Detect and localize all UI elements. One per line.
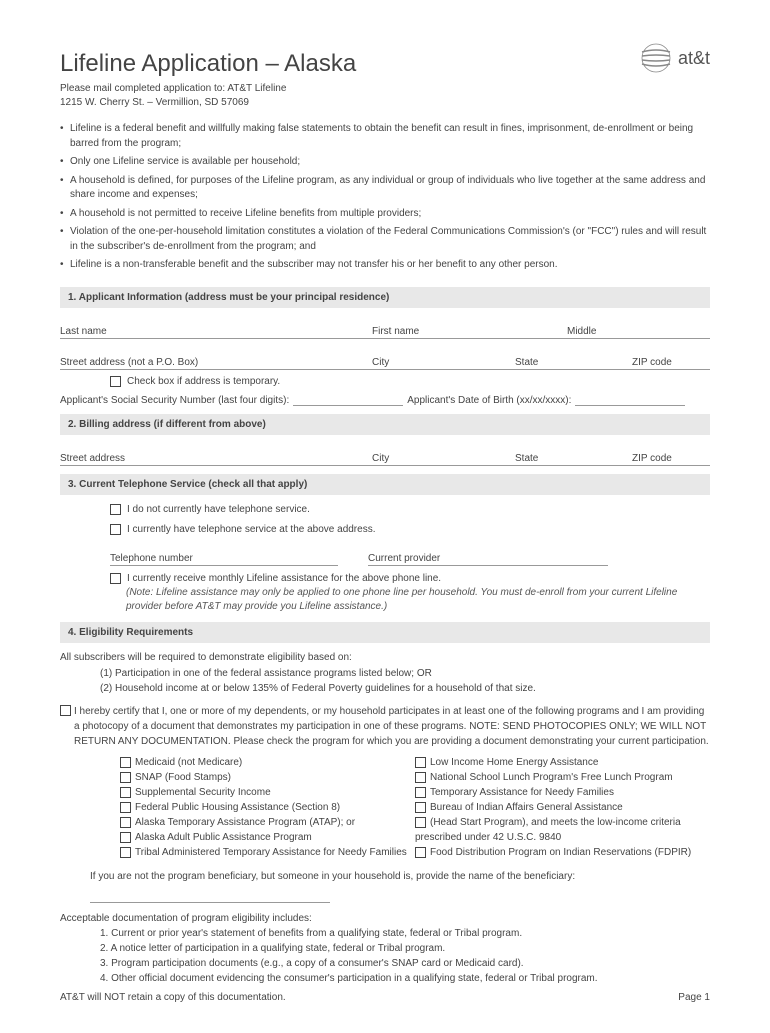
billing-city-field[interactable]: City bbox=[372, 453, 515, 464]
checkbox-icon[interactable] bbox=[110, 504, 121, 515]
checkbox-icon[interactable] bbox=[120, 832, 131, 843]
street-field[interactable]: Street address (not a P.O. Box) bbox=[60, 357, 372, 368]
section-4-header: 4. Eligibility Requirements bbox=[60, 622, 710, 643]
billing-zip-field[interactable]: ZIP code bbox=[632, 453, 710, 464]
ssn-input[interactable] bbox=[293, 395, 403, 406]
mail-address: Please mail completed application to: AT… bbox=[60, 82, 356, 110]
program-item[interactable]: National School Lunch Program's Free Lun… bbox=[415, 770, 710, 785]
programs-list: Medicaid (not Medicare) SNAP (Food Stamp… bbox=[120, 755, 710, 860]
accept-item: 1. Current or prior year's statement of … bbox=[100, 926, 710, 941]
document-page: Lifeline Application – Alaska Please mai… bbox=[0, 0, 770, 1033]
bullet-item: A household is not permitted to receive … bbox=[60, 207, 710, 222]
first-name-field[interactable]: First name bbox=[372, 326, 567, 337]
page-title: Lifeline Application – Alaska bbox=[60, 50, 356, 78]
checkbox-icon[interactable] bbox=[415, 787, 426, 798]
accept-item: 3. Program participation documents (e.g.… bbox=[100, 956, 710, 971]
program-item[interactable]: Supplemental Security Income bbox=[120, 785, 415, 800]
checkbox-icon[interactable] bbox=[120, 787, 131, 798]
temp-address-check[interactable]: Check box if address is temporary. bbox=[110, 376, 710, 387]
retain-note: AT&T will NOT retain a copy of this docu… bbox=[60, 992, 286, 1003]
tel-opt-1[interactable]: I do not currently have telephone servic… bbox=[110, 503, 710, 517]
header: Lifeline Application – Alaska Please mai… bbox=[60, 50, 710, 110]
section-1-header: 1. Applicant Information (address must b… bbox=[60, 287, 710, 308]
bullet-item: Violation of the one-per-household limit… bbox=[60, 225, 710, 254]
tel-note: (Note: Lifeline assistance may only be a… bbox=[126, 586, 710, 614]
program-item[interactable]: Food Distribution Program on Indian Rese… bbox=[415, 845, 710, 860]
section-2-header: 2. Billing address (if different from ab… bbox=[60, 414, 710, 435]
ssn-label: Applicant's Social Security Number (last… bbox=[60, 395, 289, 406]
dob-input[interactable] bbox=[575, 395, 685, 406]
programs-col-right: Low Income Home Energy Assistance Nation… bbox=[415, 755, 710, 860]
beneficiary-prompt: If you are not the program beneficiary, … bbox=[90, 870, 710, 884]
program-item[interactable]: Medicaid (not Medicare) bbox=[120, 755, 415, 770]
bullet-item: Lifeline is a federal benefit and willfu… bbox=[60, 122, 710, 151]
program-item[interactable]: (Head Start Program), and meets the low-… bbox=[415, 815, 710, 845]
checkbox-icon[interactable] bbox=[110, 524, 121, 535]
accept-item: 2. A notice letter of participation in a… bbox=[100, 941, 710, 956]
tel-number-field[interactable]: Telephone number bbox=[110, 553, 338, 566]
program-item[interactable]: Bureau of Indian Affairs General Assista… bbox=[415, 800, 710, 815]
checkbox-icon[interactable] bbox=[120, 757, 131, 768]
middle-name-field[interactable]: Middle bbox=[567, 326, 710, 337]
program-item[interactable]: Temporary Assistance for Needy Families bbox=[415, 785, 710, 800]
city-field[interactable]: City bbox=[372, 357, 515, 368]
checkbox-icon[interactable] bbox=[120, 772, 131, 783]
program-item[interactable]: Federal Public Housing Assistance (Secti… bbox=[120, 800, 415, 815]
section-3-header: 3. Current Telephone Service (check all … bbox=[60, 474, 710, 495]
certification[interactable]: I hereby certify that I, one or more of … bbox=[60, 704, 710, 749]
last-name-field[interactable]: Last name bbox=[60, 326, 372, 337]
elig-intro: All subscribers will be required to demo… bbox=[60, 651, 710, 666]
intro-bullets: Lifeline is a federal benefit and willfu… bbox=[60, 122, 710, 273]
checkbox-icon[interactable] bbox=[120, 847, 131, 858]
brand-text: at&t bbox=[678, 48, 710, 69]
tel-provider-field[interactable]: Current provider bbox=[368, 553, 608, 566]
billing-street-field[interactable]: Street address bbox=[60, 453, 372, 464]
checkbox-icon[interactable] bbox=[415, 847, 426, 858]
program-item[interactable]: SNAP (Food Stamps) bbox=[120, 770, 415, 785]
ssn-dob-row: Applicant's Social Security Number (last… bbox=[60, 395, 710, 406]
bullet-item: A household is defined, for purposes of … bbox=[60, 174, 710, 203]
acceptable-docs-header: Acceptable documentation of program elig… bbox=[60, 913, 710, 924]
logo: at&t bbox=[640, 42, 710, 74]
accept-item: 4. Other official document evidencing th… bbox=[100, 971, 710, 986]
program-item[interactable]: Tribal Administered Temporary Assistance… bbox=[120, 845, 415, 860]
dob-label: Applicant's Date of Birth (xx/xx/xxxx): bbox=[407, 395, 571, 406]
billing-row: Street address City State ZIP code bbox=[60, 453, 710, 466]
beneficiary-input[interactable] bbox=[90, 888, 330, 903]
bullet-item: Only one Lifeline service is available p… bbox=[60, 155, 710, 170]
globe-icon bbox=[640, 42, 672, 74]
checkbox-icon[interactable] bbox=[60, 705, 71, 716]
zip-field[interactable]: ZIP code bbox=[632, 357, 710, 368]
checkbox-icon[interactable] bbox=[110, 573, 121, 584]
checkbox-icon[interactable] bbox=[110, 376, 121, 387]
mail-line-2: 1215 W. Cherry St. – Vermillion, SD 5706… bbox=[60, 96, 356, 110]
tel-opt-2[interactable]: I currently have telephone service at th… bbox=[110, 523, 710, 537]
programs-col-left: Medicaid (not Medicare) SNAP (Food Stamp… bbox=[120, 755, 415, 860]
checkbox-icon[interactable] bbox=[415, 802, 426, 813]
checkbox-icon[interactable] bbox=[415, 772, 426, 783]
address-row: Street address (not a P.O. Box) City Sta… bbox=[60, 357, 710, 370]
checkbox-icon[interactable] bbox=[120, 802, 131, 813]
program-item[interactable]: Alaska Adult Public Assistance Program bbox=[120, 830, 415, 845]
bullet-item: Lifeline is a non-transferable benefit a… bbox=[60, 258, 710, 273]
elig-sub-1: (1) Participation in one of the federal … bbox=[100, 667, 710, 682]
mail-line-1: Please mail completed application to: AT… bbox=[60, 82, 356, 96]
footer: AT&T will NOT retain a copy of this docu… bbox=[60, 992, 710, 1003]
checkbox-icon[interactable] bbox=[415, 757, 426, 768]
name-row: Last name First name Middle bbox=[60, 326, 710, 339]
state-field[interactable]: State bbox=[515, 357, 632, 368]
tel-fields-row: Telephone number Current provider bbox=[110, 553, 710, 566]
temp-label: Check box if address is temporary. bbox=[127, 376, 280, 387]
program-item[interactable]: Alaska Temporary Assistance Program (ATA… bbox=[120, 815, 415, 830]
program-item[interactable]: Low Income Home Energy Assistance bbox=[415, 755, 710, 770]
title-block: Lifeline Application – Alaska Please mai… bbox=[60, 50, 356, 110]
billing-state-field[interactable]: State bbox=[515, 453, 632, 464]
elig-sub-2: (2) Household income at or below 135% of… bbox=[100, 682, 710, 697]
tel-opt-3[interactable]: I currently receive monthly Lifeline ass… bbox=[110, 572, 710, 586]
checkbox-icon[interactable] bbox=[415, 817, 426, 828]
page-number: Page 1 bbox=[678, 992, 710, 1003]
checkbox-icon[interactable] bbox=[120, 817, 131, 828]
